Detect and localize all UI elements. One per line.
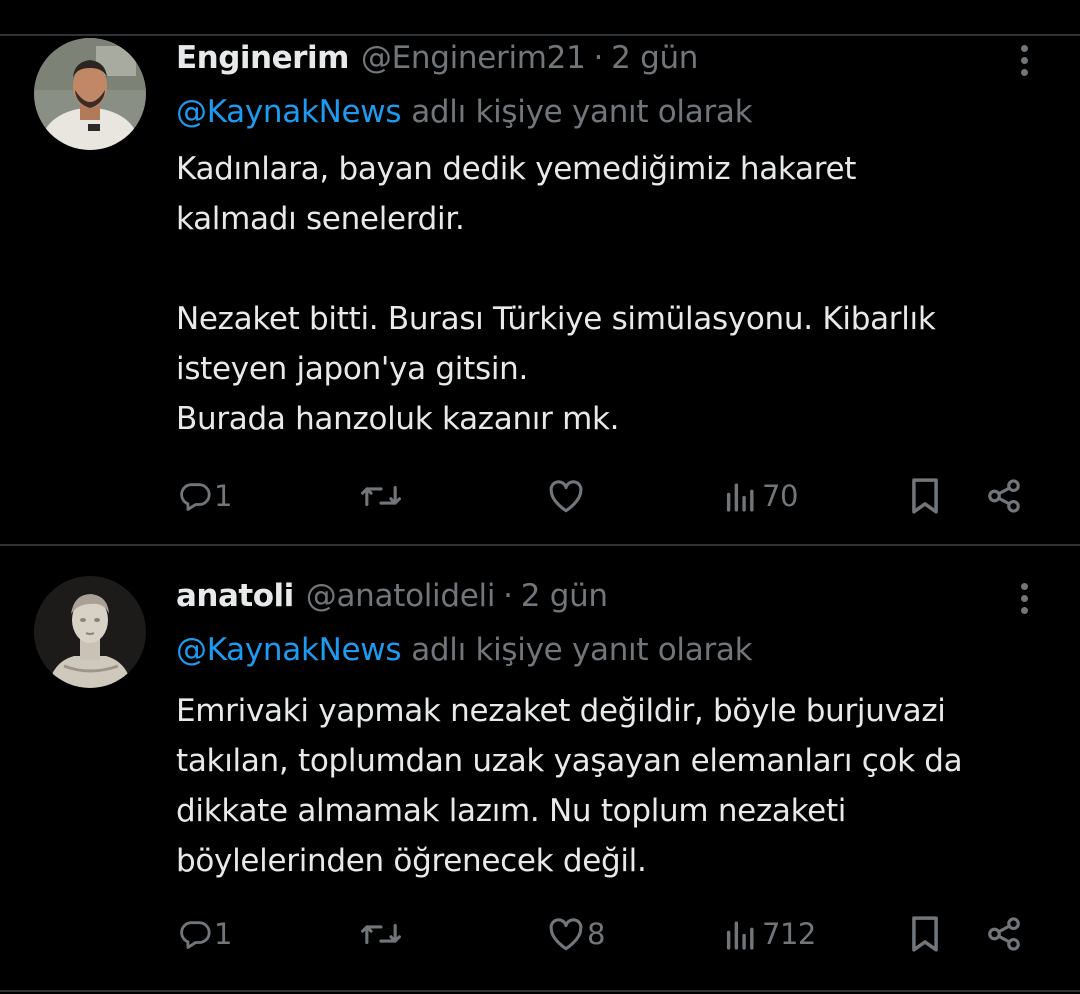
tweet-text-line: Emrivaki yapmak nezaket değildir, böyle … [176, 693, 946, 729]
tweet-text-line: Kadınlara, bayan dedik yemediğimiz hakar… [176, 151, 857, 187]
reply-mention-link[interactable]: @KaynakNews [176, 94, 402, 130]
dot-separator: · [593, 40, 604, 76]
tweet-header: anatoli @anatolideli · 2 gün [176, 576, 608, 616]
retweet-icon [361, 923, 401, 945]
bookmark-button[interactable] [908, 910, 942, 958]
tweet-text-line: kalmadı senelerdir. [176, 201, 465, 237]
reply-button[interactable]: 1 [178, 910, 232, 958]
views-button[interactable]: 70 [722, 472, 798, 520]
tweet-text-line: takılan, toplumdan uzak yaşayan elemanla… [176, 743, 963, 779]
feed-divider [0, 990, 1080, 992]
display-name[interactable]: anatoli [176, 578, 294, 614]
bookmark-icon [912, 478, 938, 514]
bar-chart-icon [726, 483, 754, 512]
reply-feed: Enginerim @Enginerim21 · 2 gün @KaynakNe… [0, 0, 1080, 994]
dot-separator: · [503, 578, 513, 614]
reply-count: 1 [214, 917, 232, 951]
speech-bubble-icon [180, 921, 211, 949]
feed-divider [0, 34, 1080, 36]
timestamp[interactable]: 2 gün [521, 578, 608, 614]
tweet-text-line: böylelerinden öğrenecek değil. [176, 843, 647, 879]
speech-bubble-icon [180, 483, 211, 511]
tweet-actions: 1 70 [0, 472, 1080, 520]
retweet-button[interactable] [359, 472, 405, 520]
more-vertical-icon[interactable] [1010, 40, 1038, 80]
like-count: 8 [587, 917, 605, 951]
tweet-text-line: Burada hanzoluk kazanır mk. [176, 401, 620, 437]
share-icon [988, 917, 1020, 951]
avatar[interactable] [34, 576, 146, 688]
reply-context-label: adlı kişiye yanıt olarak [411, 94, 753, 130]
view-count: 712 [762, 917, 816, 951]
tweet-text: Kadınlara, bayan dedik yemediğimiz hakar… [176, 144, 936, 444]
reply-mention-link[interactable]: @KaynakNews [176, 632, 402, 668]
share-button[interactable] [985, 910, 1023, 958]
tweet-text-line: Nezaket bitti. Burası Türkiye simülasyon… [176, 301, 936, 337]
retweet-button[interactable] [359, 910, 405, 958]
tweet-actions: 1 8 712 [0, 910, 1080, 958]
handle[interactable]: @anatolideli [306, 578, 496, 614]
like-button[interactable] [547, 472, 587, 520]
avatar[interactable] [34, 38, 146, 150]
heart-icon [549, 480, 583, 513]
marble-bust-avatar-image [34, 576, 146, 688]
man-photo-avatar-image [34, 38, 146, 150]
share-icon [988, 479, 1020, 513]
like-button[interactable]: 8 [547, 910, 605, 958]
tweet-text-line [176, 244, 936, 294]
bookmark-icon [912, 916, 938, 952]
reply-button[interactable]: 1 [178, 472, 232, 520]
more-vertical-icon[interactable] [1010, 578, 1038, 618]
retweet-icon [361, 485, 401, 507]
tweet-header: Enginerim @Enginerim21 · 2 gün [176, 38, 698, 78]
display-name[interactable]: Enginerim [176, 40, 349, 76]
feed-divider [0, 544, 1080, 546]
tweet[interactable]: anatoli @anatolideli · 2 gün @KaynakNews… [0, 576, 1080, 986]
reply-context-label: adlı kişiye yanıt olarak [411, 632, 753, 668]
heart-icon [549, 918, 583, 951]
tweet-text-line: isteyen japon'ya gitsin. [176, 351, 529, 387]
tweet-text-line: dikkate almamak lazım. Nu toplum nezaket… [176, 793, 847, 829]
tweet-text: Emrivaki yapmak nezaket değildir, böyle … [176, 686, 963, 886]
reply-count: 1 [214, 479, 232, 513]
bookmark-button[interactable] [908, 472, 942, 520]
tweet[interactable]: Enginerim @Enginerim21 · 2 gün @KaynakNe… [0, 38, 1080, 544]
reply-context: @KaynakNews adlı kişiye yanıt olarak [176, 94, 753, 130]
view-count: 70 [762, 479, 798, 513]
bar-chart-icon [726, 921, 754, 950]
views-button[interactable]: 712 [722, 910, 816, 958]
reply-context: @KaynakNews adlı kişiye yanıt olarak [176, 632, 753, 668]
timestamp[interactable]: 2 gün [611, 40, 698, 76]
handle[interactable]: @Enginerim21 [361, 40, 586, 76]
share-button[interactable] [985, 472, 1023, 520]
